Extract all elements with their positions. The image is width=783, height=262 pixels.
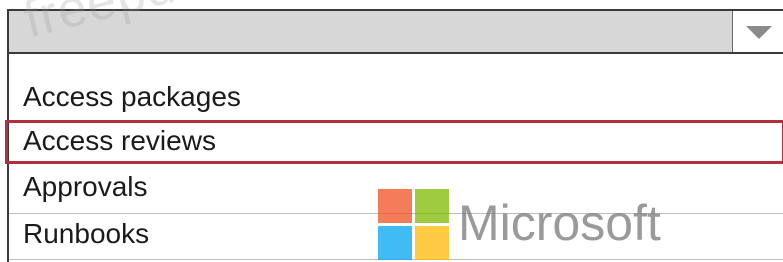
microsoft-logo-icon <box>378 189 450 261</box>
dropdown-option-access-packages[interactable]: Access packages <box>9 72 783 118</box>
chevron-down-icon <box>746 26 772 39</box>
logo-square-green <box>415 189 449 223</box>
microsoft-wordmark: Microsoft <box>458 195 661 251</box>
logo-square-red <box>378 189 412 223</box>
logo-square-yellow <box>415 226 449 260</box>
logo-square-blue <box>378 226 412 260</box>
dropdown-arrow-button[interactable] <box>732 11 783 52</box>
dropdown-option-access-reviews[interactable]: Access reviews <box>9 118 783 163</box>
